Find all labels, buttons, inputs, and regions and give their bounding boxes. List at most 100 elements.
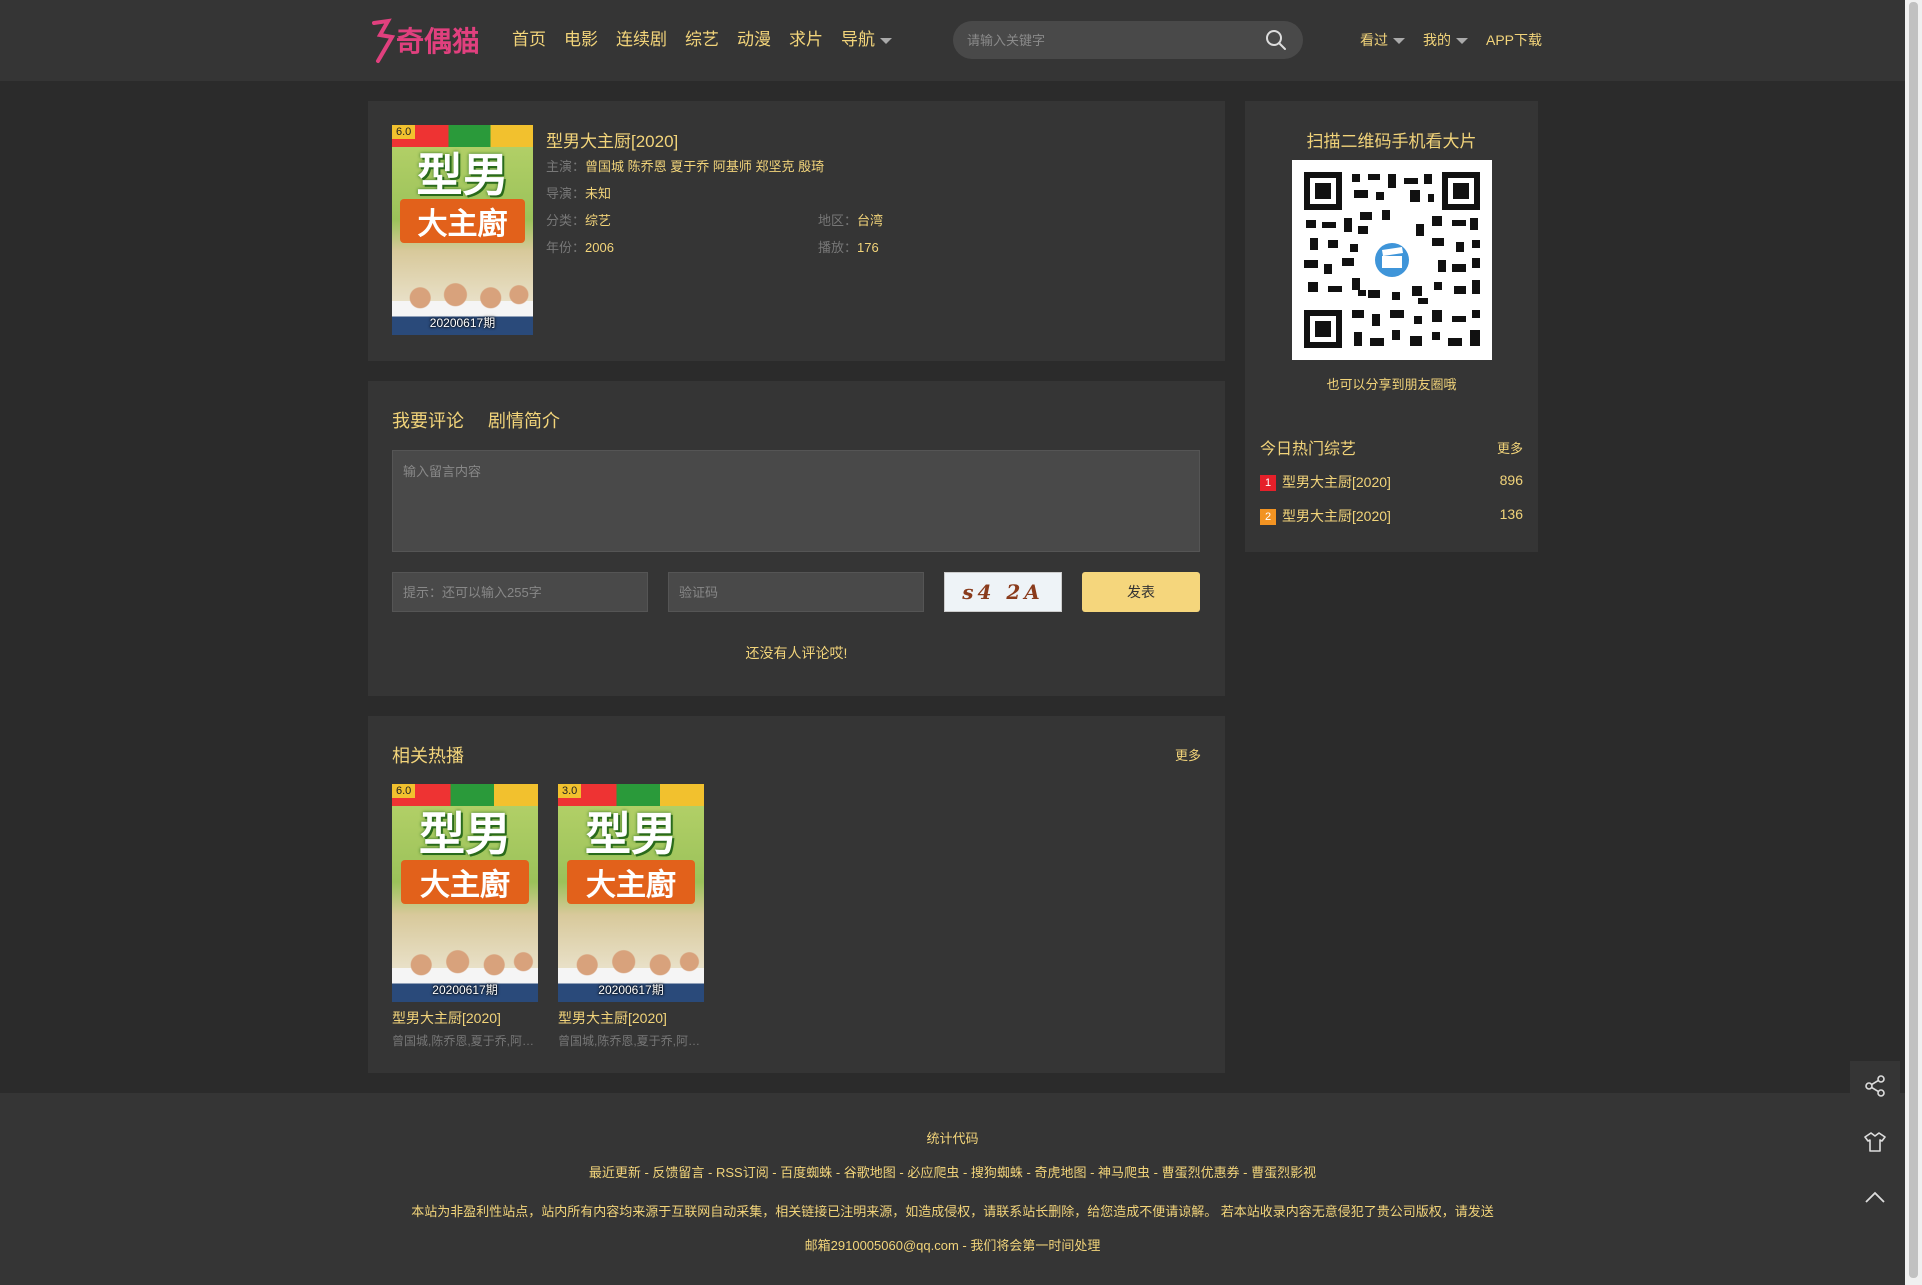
sidebar-panel: 扫描二维码手机看大片 也可以分享到朋友圈哦 今日热门综艺 更多 1 型男大主厨[… [1245, 101, 1538, 552]
scrollbar-thumb[interactable] [1909, 2, 1918, 1278]
qr-code-graphic [1304, 172, 1480, 348]
related-item-cast: 曾国城,陈乔恩,夏于乔,阿基师,郑坚克,殷琦 [392, 1034, 538, 1048]
starring-label: 主演： [546, 159, 586, 174]
category-value[interactable]: 综艺 [585, 213, 611, 228]
qr-subtitle: 也可以分享到朋友圈哦 [1326, 377, 1457, 392]
submit-comment-button[interactable]: 发表 [1082, 572, 1200, 612]
related-item-name[interactable]: 型男大主厨[2020] [392, 1008, 538, 1028]
search-icon[interactable] [1265, 29, 1287, 51]
captcha-image[interactable]: s4 2A [944, 572, 1062, 612]
starring-row: 主演：曾国城 陈乔恩 夏于乔 阿基师 郑坚克 殷琦 [546, 156, 824, 175]
theme-button[interactable] [1850, 1117, 1900, 1167]
comment-hint-field[interactable] [392, 572, 648, 612]
plays-row: 播放：176 [818, 237, 879, 256]
history-menu[interactable]: 看过 [1360, 30, 1405, 50]
hot-item-name[interactable]: 型男大主厨[2020] [1282, 508, 1391, 524]
my-menu[interactable]: 我的 [1423, 30, 1468, 50]
footer-contact: 邮箱2910005060@qq.com - 我们将会第一时间处理 [804, 1238, 1101, 1253]
rank-badge: 1 [1260, 475, 1276, 492]
qr-code [1292, 160, 1492, 360]
top-bar: 奇偶猫 首页 电影 连续剧 综艺 动漫 求片 导航 看过 我的 APP下载 [0, 0, 1905, 81]
poster-title-top: 型男 [419, 807, 511, 861]
search-input[interactable] [967, 30, 1247, 50]
tab-synopsis[interactable]: 剧情简介 [488, 407, 560, 433]
video-detail-panel: 型男 大主廚 6.0 20200617期 型男大主厨[2020] 主演：曾国城 … [368, 101, 1225, 361]
category-label: 分类： [546, 213, 586, 228]
search-box [953, 21, 1303, 59]
share-button[interactable] [1850, 1061, 1900, 1111]
footer: 统计代码 最近更新 - 反馈留言 - RSS订阅 - 百度蜘蛛 - 谷歌地图 -… [0, 1093, 1905, 1285]
related-item-name[interactable]: 型男大主厨[2020] [558, 1008, 704, 1028]
hot-more-link[interactable]: 更多 [1497, 438, 1523, 457]
no-comment-text: 还没有人评论哎! [745, 645, 848, 661]
director-label: 导演： [546, 186, 586, 201]
qr-title: 扫描二维码手机看大片 [1306, 132, 1477, 151]
related-poster[interactable]: 型男 大主廚 6.0 20200617期 [392, 784, 538, 1002]
region-label: 地区： [818, 213, 858, 228]
plays-value: 176 [857, 240, 879, 255]
footer-stats: 统计代码 [926, 1131, 979, 1146]
logo-text: 奇偶猫 [396, 25, 478, 58]
history-label: 看过 [1360, 32, 1388, 48]
rank-badge: 2 [1260, 509, 1276, 526]
my-label: 我的 [1423, 32, 1451, 48]
episode-label: 20200617期 [429, 316, 496, 330]
comment-panel: 我要评论 剧情简介 s4 2A 发表 还没有人评论哎! [368, 381, 1225, 696]
app-download-link[interactable]: APP下载 [1486, 30, 1542, 50]
chevron-up-icon [1865, 1191, 1885, 1203]
footer-links[interactable]: 最近更新 - 反馈留言 - RSS订阅 - 百度蜘蛛 - 谷歌地图 - 必应爬虫… [0, 1162, 1905, 1181]
related-poster[interactable]: 型男 大主廚 3.0 20200617期 [558, 784, 704, 1002]
nav-anime[interactable]: 动漫 [737, 26, 771, 54]
hot-list-item[interactable]: 2 型男大主厨[2020] 136 [1260, 506, 1523, 526]
score-badge: 3.0 [558, 784, 582, 798]
region-row: 地区：台湾 [818, 210, 883, 229]
nav-movies[interactable]: 电影 [564, 26, 598, 54]
episode-label: 20200617期 [432, 983, 498, 997]
director-value: 未知 [585, 186, 612, 201]
related-more-link[interactable]: 更多 [1175, 745, 1201, 764]
nav-guide-label: 导航 [841, 30, 875, 49]
poster-title-bottom: 大主廚 [400, 199, 525, 243]
nav-series[interactable]: 连续剧 [616, 26, 667, 54]
related-item[interactable]: 型男 大主廚 6.0 20200617期 型男大主厨[2020] 曾国城,陈乔恩… [392, 784, 538, 1049]
nav-home[interactable]: 首页 [512, 26, 546, 54]
video-title[interactable]: 型男大主厨[2020] [546, 127, 678, 152]
year-row: 年份：2006 [546, 237, 614, 256]
hot-list-item[interactable]: 1 型男大主厨[2020] 896 [1260, 472, 1523, 492]
main-nav: 首页 电影 连续剧 综艺 动漫 求片 导航 [512, 26, 910, 54]
region-value[interactable]: 台湾 [857, 213, 883, 228]
year-value[interactable]: 2006 [585, 240, 614, 255]
shirt-icon [1864, 1132, 1886, 1152]
poster-title-top: 型男 [585, 807, 677, 861]
hot-variety-title: 今日热门综艺 [1260, 441, 1357, 458]
video-poster[interactable]: 型男 大主廚 6.0 20200617期 [392, 125, 533, 335]
nav-request[interactable]: 求片 [789, 26, 823, 54]
chevron-down-icon [1393, 38, 1405, 45]
category-row: 分类：综艺 [546, 210, 611, 229]
hot-item-name[interactable]: 型男大主厨[2020] [1282, 474, 1391, 490]
year-label: 年份： [546, 240, 586, 255]
poster-title-top: 型男 [416, 148, 509, 202]
hot-item-count: 896 [1499, 472, 1523, 488]
chevron-down-icon [1456, 38, 1468, 45]
director-row: 导演：未知 [546, 183, 611, 202]
page-scrollbar[interactable] [1905, 0, 1922, 1285]
starring-value[interactable]: 曾国城 陈乔恩 夏于乔 阿基师 郑坚克 殷琦 [585, 159, 824, 174]
user-links: 看过 我的 APP下载 [1360, 30, 1560, 50]
score-badge: 6.0 [392, 784, 416, 798]
nav-guide[interactable]: 导航 [841, 26, 892, 54]
site-logo[interactable]: 奇偶猫 [370, 15, 478, 65]
related-item-cast: 曾国城,陈乔恩,夏于乔,阿基师,郑坚克,殷琦 [558, 1034, 704, 1048]
poster-title-bottom: 大主廚 [400, 860, 530, 904]
captcha-input[interactable] [668, 572, 924, 612]
related-item[interactable]: 型男 大主廚 3.0 20200617期 型男大主厨[2020] 曾国城,陈乔恩… [558, 784, 704, 1049]
nav-variety[interactable]: 综艺 [685, 26, 719, 54]
back-to-top-button[interactable] [1850, 1173, 1900, 1223]
hot-item-count: 136 [1499, 506, 1523, 522]
comment-textarea[interactable] [392, 450, 1200, 552]
episode-label: 20200617期 [598, 983, 664, 997]
comment-tabs: 我要评论 剧情简介 [392, 407, 584, 433]
tab-comment[interactable]: 我要评论 [392, 407, 464, 433]
plays-label: 播放： [818, 240, 858, 255]
related-title: 相关热播 [392, 746, 464, 766]
